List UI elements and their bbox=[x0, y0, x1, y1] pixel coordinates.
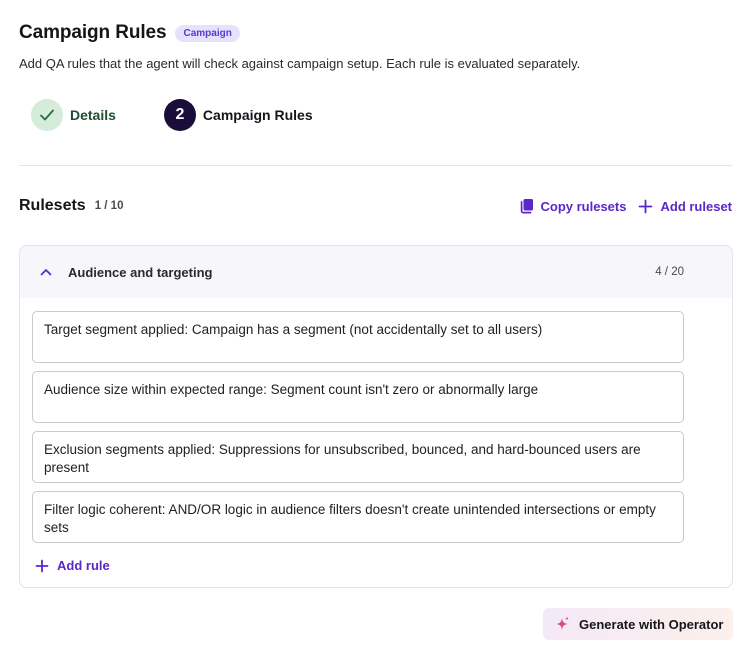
ruleset-name: Audience and targeting bbox=[68, 264, 213, 280]
rulesets-count: 1 / 10 bbox=[94, 200, 124, 212]
sparkle-icon bbox=[556, 616, 569, 630]
generate-with-operator-button[interactable]: Generate with Operator bbox=[543, 608, 733, 640]
check-icon bbox=[31, 99, 63, 131]
rule-input[interactable]: Audience size within expected range: Seg… bbox=[32, 371, 684, 423]
divider bbox=[19, 165, 732, 166]
ruleset-card: Audience and targeting 4 / 20 Target seg… bbox=[19, 245, 733, 588]
copy-rulesets-label: Copy rulesets bbox=[540, 198, 627, 214]
generate-label: Generate with Operator bbox=[579, 616, 724, 632]
copy-rulesets-button[interactable]: Copy rulesets bbox=[519, 198, 627, 214]
copy-icon bbox=[520, 199, 533, 214]
ruleset-rule-count: 4 / 20 bbox=[655, 266, 684, 278]
stepper: Details 2 Campaign Rules bbox=[31, 99, 313, 131]
chevron-up-icon[interactable] bbox=[40, 268, 52, 276]
page-subtitle: Add QA rules that the agent will check a… bbox=[19, 56, 581, 71]
page-header: Campaign Rules Campaign Add QA rules tha… bbox=[19, 20, 733, 71]
step-label-details: Details bbox=[70, 107, 116, 123]
step-label-campaign-rules: Campaign Rules bbox=[202, 107, 313, 123]
add-rule-label: Add rule bbox=[57, 558, 110, 573]
step-number: 2 bbox=[163, 99, 196, 131]
add-ruleset-label: Add ruleset bbox=[660, 198, 732, 214]
campaign-badge: Campaign bbox=[175, 24, 240, 42]
plus-icon bbox=[35, 559, 49, 572]
ruleset-header[interactable]: Audience and targeting 4 / 20 bbox=[20, 246, 732, 298]
add-ruleset-button[interactable]: Add ruleset bbox=[638, 199, 732, 214]
rule-input[interactable]: Filter logic coherent: AND/OR logic in a… bbox=[32, 491, 684, 543]
rulesets-title: Rulesets bbox=[19, 197, 86, 214]
page-title: Campaign Rules bbox=[19, 22, 167, 43]
step-details[interactable]: Details bbox=[31, 99, 116, 131]
rule-input[interactable]: Exclusion segments applied: Suppressions… bbox=[32, 431, 684, 483]
rules-list: Target segment applied: Campaign has a s… bbox=[20, 298, 732, 573]
rulesets-header: Rulesets 1 / 10 Copy rulesets Add rulese… bbox=[19, 195, 732, 217]
plus-icon bbox=[639, 199, 653, 213]
add-rule-button[interactable]: Add rule bbox=[35, 558, 732, 573]
rulesets-actions: Copy rulesets Add ruleset bbox=[519, 198, 732, 214]
step-campaign-rules[interactable]: 2 Campaign Rules bbox=[163, 99, 313, 131]
rule-input[interactable]: Target segment applied: Campaign has a s… bbox=[32, 311, 684, 363]
